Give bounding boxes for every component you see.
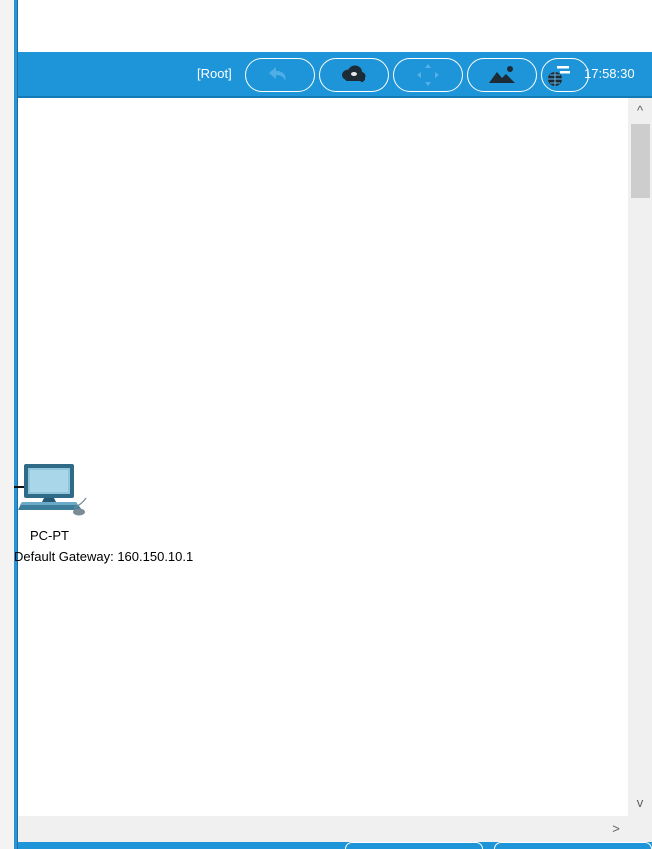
cloud-add-icon (337, 62, 371, 88)
viewport-button[interactable] (541, 58, 589, 92)
top-blank-area (18, 0, 652, 52)
bottom-toolbar-button[interactable] (494, 842, 652, 849)
landscape-image-icon (486, 63, 518, 87)
globe-network-icon (546, 62, 572, 88)
bottom-toolbar-button[interactable] (345, 842, 483, 849)
logical-workspace-canvas[interactable] (18, 98, 628, 816)
move-object-button[interactable] (393, 58, 463, 92)
vertical-scrollbar[interactable] (628, 98, 652, 816)
pc-device[interactable] (16, 462, 88, 522)
move-arrows-icon (413, 62, 443, 88)
pc-computer-icon (16, 464, 88, 526)
back-arrow-icon (265, 64, 295, 86)
set-background-button[interactable] (467, 58, 537, 92)
horizontal-scrollbar[interactable] (18, 816, 652, 842)
scroll-up-arrow[interactable]: ^ (630, 104, 650, 118)
back-button[interactable] (245, 58, 315, 92)
default-gateway-annotation: Default Gateway: 160.150.10.1 (14, 549, 194, 564)
packet-tracer-workspace: [Root] 17:58:30 ^ v > PC-PT Default Gate… (0, 0, 652, 849)
left-panel-strip (0, 0, 14, 849)
device-model-label[interactable]: PC-PT (30, 528, 69, 544)
scroll-right-arrow[interactable]: > (606, 822, 626, 836)
root-breadcrumb[interactable]: [Root] (197, 66, 232, 82)
vertical-scroll-thumb[interactable] (631, 124, 650, 198)
simulation-clock: 17:58:30 (584, 66, 635, 81)
new-cluster-button[interactable] (319, 58, 389, 92)
scroll-down-arrow[interactable]: v (630, 796, 650, 810)
